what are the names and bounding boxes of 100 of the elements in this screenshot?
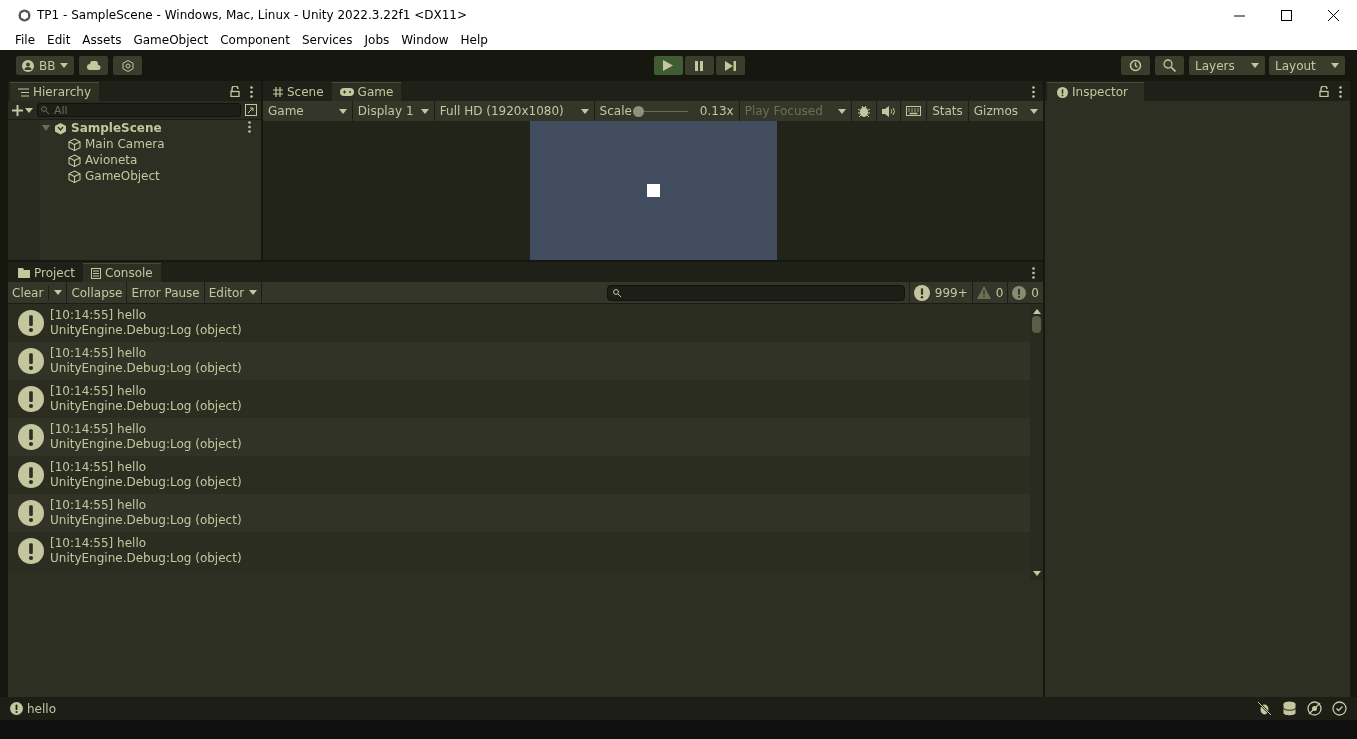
menu-item[interactable]: Component bbox=[214, 33, 296, 47]
cloud-button[interactable] bbox=[79, 56, 109, 75]
list-icon bbox=[18, 87, 29, 97]
history-icon bbox=[1129, 59, 1142, 72]
account-name: BB bbox=[39, 58, 56, 73]
gamepad-icon bbox=[339, 88, 354, 96]
add-button[interactable] bbox=[12, 104, 33, 116]
pause-button[interactable] bbox=[684, 56, 714, 75]
panel-tab[interactable]: Project bbox=[10, 263, 84, 282]
step-icon bbox=[724, 60, 736, 71]
scrollbar[interactable] bbox=[1030, 304, 1043, 580]
log-message: [10:14:55] hello bbox=[50, 498, 148, 513]
log-source: UnityEngine.Debug:Log (object) bbox=[50, 399, 242, 414]
console-button[interactable]: Collapse bbox=[67, 282, 127, 303]
plus-icon bbox=[12, 104, 23, 116]
slider-thumb[interactable] bbox=[632, 105, 644, 117]
hierarchy-item[interactable]: Main Camera bbox=[85, 137, 165, 151]
info-icon bbox=[10, 702, 23, 715]
bug-off-icon bbox=[1257, 701, 1272, 716]
hierarchy-item[interactable]: Avioneta bbox=[85, 153, 138, 167]
display-dropdown[interactable]: Display 1 bbox=[352, 101, 434, 121]
info-icon bbox=[1057, 86, 1068, 98]
database-icon bbox=[1282, 701, 1297, 716]
console-button[interactable]: Clear bbox=[8, 282, 67, 303]
search-field[interactable]: All bbox=[37, 103, 241, 117]
log-source: UnityEngine.Debug:Log (object) bbox=[50, 323, 242, 338]
scene-name[interactable]: SampleScene bbox=[71, 121, 162, 135]
history-button[interactable] bbox=[1121, 56, 1150, 75]
message-count-toggle[interactable]: 0 bbox=[1008, 282, 1043, 303]
search-icon bbox=[612, 288, 621, 297]
audio-button[interactable] bbox=[877, 101, 901, 121]
panel-tab[interactable]: Scene bbox=[265, 82, 332, 101]
scroll-down-icon bbox=[1032, 571, 1041, 576]
panel-tab[interactable]: Game bbox=[331, 82, 402, 101]
folder-icon bbox=[18, 267, 30, 278]
keyboard-button[interactable] bbox=[901, 101, 927, 121]
log-entry[interactable]: [10:14:55] hello UnityEngine.Debug:Log (object) bbox=[8, 418, 1030, 456]
resolution-dropdown[interactable]: Full HD (1920x1080) bbox=[434, 101, 594, 121]
play-icon bbox=[663, 60, 674, 71]
hash-icon bbox=[273, 86, 283, 97]
console-button[interactable]: Error Pause bbox=[127, 282, 204, 303]
log-icon bbox=[18, 500, 44, 526]
menu-item[interactable]: Edit bbox=[41, 33, 77, 47]
account-dropdown[interactable]: BB bbox=[16, 56, 75, 75]
caret-icon bbox=[25, 107, 33, 113]
menu-item[interactable]: Window bbox=[395, 33, 455, 47]
hexagon-icon bbox=[121, 59, 134, 72]
status-message: hello bbox=[27, 701, 56, 716]
window-title: TP1 - SampleScene - Windows, Mac, Linux - Unity 2022.3.22f1 <DX11> bbox=[37, 8, 468, 22]
panel-tab[interactable]: Console bbox=[83, 263, 161, 282]
log-icon bbox=[18, 538, 44, 564]
expand-arrow-icon[interactable] bbox=[42, 124, 50, 132]
menu-item[interactable]: Assets bbox=[76, 33, 128, 47]
menu-item[interactable]: Services bbox=[295, 33, 359, 47]
more-options-icon bbox=[250, 85, 253, 98]
view-mode-dropdown[interactable]: Game bbox=[263, 101, 352, 121]
gizmos-dropdown[interactable]: Gizmos bbox=[968, 101, 1043, 121]
menu-item[interactable]: GameObject bbox=[127, 33, 215, 47]
log-message: [10:14:55] hello bbox=[50, 422, 148, 437]
search-button[interactable] bbox=[1155, 56, 1184, 75]
window-icon bbox=[245, 104, 257, 116]
log-entry[interactable]: [10:14:55] hello UnityEngine.Debug:Log (object) bbox=[8, 342, 1030, 380]
log-entry[interactable]: [10:14:55] hello UnityEngine.Debug:Log (object) bbox=[8, 494, 1030, 532]
scene-icon bbox=[54, 121, 67, 135]
mute-button[interactable] bbox=[852, 101, 877, 121]
lock-icon bbox=[1319, 86, 1329, 97]
hierarchy-item[interactable]: GameObject bbox=[85, 169, 160, 183]
caret-icon bbox=[54, 290, 63, 295]
caret-icon bbox=[60, 63, 69, 68]
log-message: [10:14:55] hello bbox=[50, 536, 148, 551]
menu-item[interactable]: Jobs bbox=[358, 33, 396, 47]
search-icon bbox=[1163, 59, 1176, 72]
play-button[interactable] bbox=[653, 56, 683, 75]
stats-button[interactable]: Stats bbox=[927, 101, 968, 121]
panel-tab[interactable]: Inspector bbox=[1047, 82, 1144, 101]
caret-icon bbox=[838, 108, 847, 114]
close-icon bbox=[1328, 9, 1339, 21]
menu-item[interactable]: Help bbox=[454, 33, 494, 47]
scrollbar-thumb[interactable] bbox=[1032, 316, 1041, 333]
user-icon bbox=[22, 59, 34, 72]
message-count-toggle[interactable]: 999+ bbox=[909, 282, 972, 303]
panel-tab[interactable]: Hierarchy bbox=[10, 82, 99, 101]
caret-icon bbox=[338, 108, 347, 114]
scroll-up-icon bbox=[1032, 309, 1041, 314]
log-message: [10:14:55] hello bbox=[50, 460, 148, 475]
scale-value: 0.13x bbox=[699, 104, 734, 118]
services-button[interactable] bbox=[113, 56, 143, 75]
message-count-toggle[interactable]: 0 bbox=[972, 282, 1008, 303]
layout-dropdown[interactable]: Layout bbox=[1269, 56, 1345, 75]
editor-dropdown[interactable]: Editor bbox=[204, 282, 262, 303]
log-source: UnityEngine.Debug:Log (object) bbox=[50, 551, 242, 566]
caret-icon bbox=[420, 108, 429, 114]
layers-dropdown[interactable]: Layers bbox=[1189, 56, 1265, 75]
caret-icon bbox=[580, 108, 589, 114]
log-source: UnityEngine.Debug:Log (object) bbox=[50, 513, 242, 528]
more-options-icon bbox=[1032, 85, 1035, 98]
step-button[interactable] bbox=[715, 56, 745, 75]
search-field[interactable] bbox=[606, 284, 905, 301]
menu-item[interactable]: File bbox=[9, 33, 42, 47]
log-icon bbox=[18, 462, 44, 488]
